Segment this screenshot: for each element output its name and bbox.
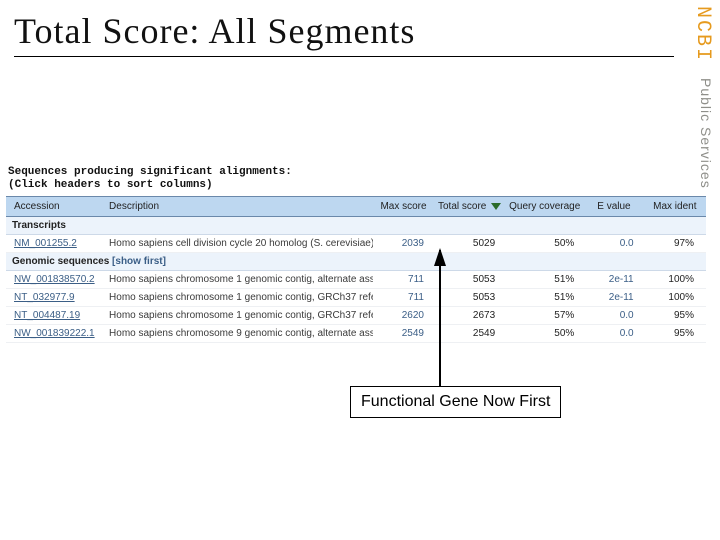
ident-cell: 100% <box>644 271 706 289</box>
max-score-link[interactable]: 2549 <box>373 325 434 343</box>
table-row: NM_001255.2 Homo sapiens cell division c… <box>6 235 706 253</box>
col-e-value[interactable]: E value <box>584 197 643 217</box>
results-area: Sequences producing significant alignmen… <box>6 166 706 343</box>
description-cell: Homo sapiens chromosome 9 genomic contig… <box>105 325 373 343</box>
ident-cell: 100% <box>644 289 706 307</box>
caption-line-2: (Click headers to sort columns) <box>8 179 213 191</box>
accession-link[interactable]: NT_032977.9 <box>6 289 105 307</box>
total-score-cell: 2549 <box>434 325 505 343</box>
col-total-score-label: Total score <box>438 201 486 212</box>
ident-cell: 97% <box>644 235 706 253</box>
table-row: NW_001838570.2 Homo sapiens chromosome 1… <box>6 271 706 289</box>
accession-link[interactable]: NW_001838570.2 <box>6 271 105 289</box>
page-title: Total Score: All Segments <box>14 10 686 52</box>
caption-line-1: Sequences producing significant alignmen… <box>8 166 292 178</box>
table-row: NW_001839222.1 Homo sapiens chromosome 9… <box>6 325 706 343</box>
side-label-ncbi: NCBI <box>691 6 714 62</box>
coverage-cell: 50% <box>505 325 584 343</box>
coverage-cell: 57% <box>505 307 584 325</box>
callout-functional-gene: Functional Gene Now First <box>350 386 561 418</box>
accession-link[interactable]: NW_001839222.1 <box>6 325 105 343</box>
evalue-link[interactable]: 0.0 <box>584 307 643 325</box>
ident-cell: 95% <box>644 325 706 343</box>
max-score-link[interactable]: 2039 <box>373 235 434 253</box>
description-cell: Homo sapiens chromosome 1 genomic contig… <box>105 307 373 325</box>
section-transcripts-label: Transcripts <box>12 220 66 231</box>
results-caption: Sequences producing significant alignmen… <box>8 166 706 192</box>
max-score-link[interactable]: 711 <box>373 289 434 307</box>
ident-cell: 95% <box>644 307 706 325</box>
description-cell: Homo sapiens cell division cycle 20 homo… <box>105 235 373 253</box>
max-score-link[interactable]: 2620 <box>373 307 434 325</box>
col-max-score[interactable]: Max score <box>373 197 434 217</box>
total-score-cell: 5029 <box>434 235 505 253</box>
coverage-cell: 50% <box>505 235 584 253</box>
sort-desc-icon <box>491 203 501 210</box>
max-score-link[interactable]: 711 <box>373 271 434 289</box>
table-row: NT_032977.9 Homo sapiens chromosome 1 ge… <box>6 289 706 307</box>
col-accession[interactable]: Accession <box>6 197 105 217</box>
title-rule <box>14 56 674 57</box>
coverage-cell: 51% <box>505 271 584 289</box>
col-max-score-label: Max score <box>380 201 426 212</box>
total-score-cell: 5053 <box>434 289 505 307</box>
description-cell: Homo sapiens chromosome 1 genomic contig… <box>105 271 373 289</box>
col-query-coverage[interactable]: Query coverage <box>505 197 584 217</box>
section-genomic: Genomic sequences [show first] <box>6 253 706 271</box>
total-score-cell: 2673 <box>434 307 505 325</box>
table-header-row: Accession Description Max score Total sc… <box>6 197 706 217</box>
results-table: Accession Description Max score Total sc… <box>6 196 706 343</box>
table-row: NT_004487.19 Homo sapiens chromosome 1 g… <box>6 307 706 325</box>
coverage-cell: 51% <box>505 289 584 307</box>
evalue-link[interactable]: 0.0 <box>584 235 643 253</box>
section-genomic-label: Genomic sequences <box>12 256 109 267</box>
show-first-link[interactable]: [show first] <box>112 256 166 267</box>
evalue-link[interactable]: 2e-11 <box>584 271 643 289</box>
col-description[interactable]: Description <box>105 197 373 217</box>
evalue-link[interactable]: 2e-11 <box>584 289 643 307</box>
col-max-ident[interactable]: Max ident <box>644 197 706 217</box>
accession-link[interactable]: NT_004487.19 <box>6 307 105 325</box>
evalue-link[interactable]: 0.0 <box>584 325 643 343</box>
total-score-cell: 5053 <box>434 271 505 289</box>
accession-link[interactable]: NM_001255.2 <box>6 235 105 253</box>
description-cell: Homo sapiens chromosome 1 genomic contig… <box>105 289 373 307</box>
col-total-score[interactable]: Total score <box>434 197 505 217</box>
section-transcripts: Transcripts <box>6 217 706 235</box>
